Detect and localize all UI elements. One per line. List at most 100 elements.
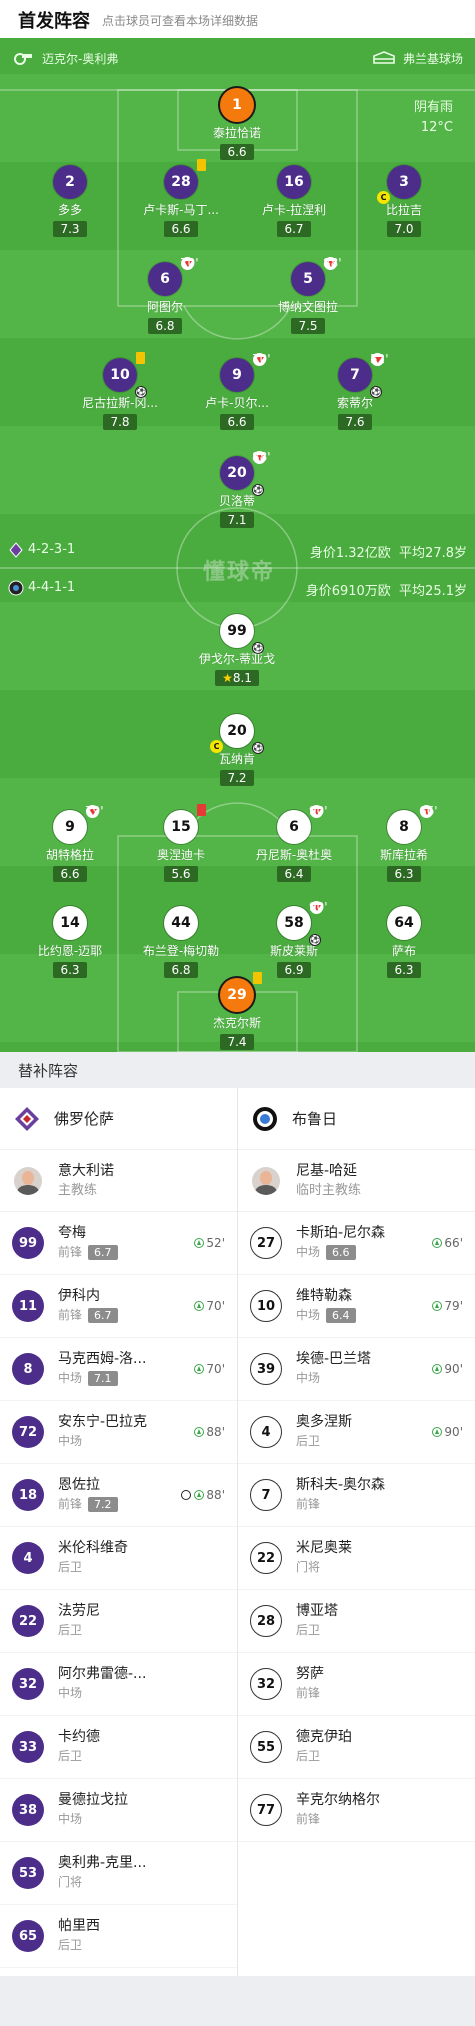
player-card[interactable]: 3C 比拉吉 7.0 bbox=[344, 165, 464, 237]
footer-space bbox=[0, 1976, 475, 2026]
player-card[interactable]: 6 70' 阿图尔 6.8 bbox=[105, 256, 225, 334]
jersey-number: 22 bbox=[12, 1605, 44, 1637]
sub-player-position: 中场 bbox=[58, 1812, 83, 1826]
player-card[interactable]: 44 布兰登-梅切勒 6.8 bbox=[121, 906, 241, 978]
sub-in-time: 52' bbox=[194, 1236, 225, 1250]
star-icon: ★ bbox=[222, 671, 233, 685]
brugge-logo-icon bbox=[252, 1106, 278, 1132]
away-coach[interactable]: 尼基-哈延 临时主教练 bbox=[238, 1150, 475, 1212]
sub-player-row[interactable]: 72 安东宁-巴拉克 中场 88' bbox=[0, 1401, 237, 1464]
player-card[interactable]: 9 79' 胡特格拉 6.6 bbox=[10, 804, 130, 882]
sub-player-position: 后卫 bbox=[58, 1623, 83, 1637]
sub-player-name: 安东宁-巴拉克 bbox=[58, 1414, 148, 1430]
jersey-number: 8 bbox=[12, 1353, 44, 1385]
coach-name: 尼基-哈延 bbox=[296, 1162, 358, 1179]
away-subs-column: 布鲁日 尼基-哈延 临时主教练 27 卡斯珀-尼尔森 中场 6.6 66' 10 维特勒森中… bbox=[238, 1088, 475, 1842]
weather-text: 阴有雨 bbox=[413, 100, 453, 115]
player-card[interactable]: 20 C ⚽ 瓦纳肯 7.2 bbox=[177, 714, 297, 786]
sub-player-row[interactable]: 22 米尼奥莱 门将 bbox=[238, 1527, 475, 1590]
sub-in-time: 70' bbox=[194, 1299, 225, 1313]
player-card[interactable]: 20 88' ⚽ 贝洛蒂 7.1 bbox=[177, 450, 297, 528]
sub-player-row[interactable]: 11 伊科内 前锋 6.7 70' bbox=[0, 1275, 237, 1338]
player-card[interactable]: 5 88' 博纳文图拉 7.5 bbox=[248, 256, 368, 334]
fiorentina-small-icon bbox=[8, 542, 24, 562]
jersey-number: 10 bbox=[250, 1290, 282, 1322]
sub-player-row[interactable]: 53 奥利弗-克里... 门将 bbox=[0, 1842, 237, 1905]
sub-player-row[interactable]: 27 卡斯珀-尼尔森 中场 6.6 66' bbox=[238, 1212, 475, 1275]
sub-player-position: 门将 bbox=[58, 1875, 83, 1889]
sub-player-row[interactable]: 28 博亚塔 后卫 bbox=[238, 1590, 475, 1653]
player-card[interactable]: 15 奥涅迪卡 5.6 bbox=[121, 804, 241, 882]
player-card[interactable]: 9 70' 卢卡-贝尔... 6.6 bbox=[177, 352, 297, 430]
sub-player-row[interactable]: 77 辛克尔纳格尔 前锋 bbox=[238, 1779, 475, 1842]
sub-player-row[interactable]: 39 埃德-巴兰塔 中场 90' bbox=[238, 1338, 475, 1401]
sub-player-name: 德克伊珀 bbox=[296, 1729, 352, 1745]
player-card[interactable]: 8 66' 斯库拉希 6.3 bbox=[344, 804, 464, 882]
jersey-number: 77 bbox=[250, 1794, 282, 1826]
yellow-card-icon bbox=[197, 159, 206, 171]
sub-player-row[interactable]: 65 帕里西 后卫 bbox=[0, 1905, 237, 1968]
sub-player-row[interactable]: 32 阿尔弗雷德-... 中场 bbox=[0, 1653, 237, 1716]
jersey-number: 28 bbox=[250, 1605, 282, 1637]
stadium-name: 弗兰基球场 bbox=[402, 52, 463, 66]
jersey-number: 33 bbox=[12, 1731, 44, 1763]
sub-player-position: 中场 bbox=[296, 1308, 321, 1322]
home-subs-column: 佛罗伦萨 意大利诺 主教练 99 夸梅 前锋 6.7 52' 11 伊科内 前锋 6.7 70' 8… bbox=[0, 1088, 237, 1968]
player-card[interactable]: 7 52' ⚽ 索蒂尔 7.6 bbox=[295, 352, 415, 430]
sub-player-name: 辛克尔纳格尔 bbox=[296, 1792, 380, 1808]
jersey-number: 4 bbox=[250, 1416, 282, 1448]
substitution-in-icon bbox=[432, 1301, 443, 1311]
sub-in-time: 66' bbox=[432, 1236, 463, 1250]
sub-player-name: 米尼奥莱 bbox=[296, 1540, 352, 1556]
home-team-value: 身价1.32亿欧 平均27.8岁 bbox=[309, 546, 467, 561]
substitution-in-icon bbox=[432, 1364, 443, 1374]
sub-player-name: 阿尔弗雷德-... bbox=[58, 1666, 147, 1682]
player-card[interactable]: 14 比约恩-迈耶 6.3 bbox=[10, 906, 130, 978]
away-formation-row: 4-4-1-1 身价6910万欧 平均25.1岁 bbox=[0, 578, 475, 600]
player-card[interactable]: 2 多多 7.3 bbox=[10, 165, 130, 237]
sub-player-row[interactable]: 32 努萨 前锋 bbox=[238, 1653, 475, 1716]
coach-avatar bbox=[252, 1166, 280, 1195]
substitution-in-icon bbox=[194, 1301, 205, 1311]
away-team-header[interactable]: 布鲁日 bbox=[238, 1088, 475, 1150]
home-coach[interactable]: 意大利诺 主教练 bbox=[0, 1150, 237, 1212]
player-card[interactable]: 64 萨布 6.3 bbox=[344, 906, 464, 978]
sub-player-row[interactable]: 7 斯科夫-奥尔森 前锋 bbox=[238, 1464, 475, 1527]
page-subtitle: 点击球员可查看本场详细数据 bbox=[102, 13, 259, 28]
sub-player-position: 前锋 bbox=[296, 1497, 321, 1511]
sub-player-row[interactable]: 33 卡约德 后卫 bbox=[0, 1716, 237, 1779]
sub-player-row[interactable]: 10 维特勒森 中场 6.4 79' bbox=[238, 1275, 475, 1338]
sub-player-row[interactable]: 18 恩佐拉 前锋 7.2 88' bbox=[0, 1464, 237, 1527]
player-card[interactable]: 16 卢卡-拉涅利 6.7 bbox=[234, 165, 354, 237]
sub-player-rating: 6.7 bbox=[88, 1308, 118, 1323]
sub-player-position: 后卫 bbox=[296, 1623, 321, 1637]
assist-icon: ⚽ bbox=[135, 386, 147, 398]
jersey-number: 55 bbox=[250, 1731, 282, 1763]
sub-player-row[interactable]: 55 德克伊珀后卫 bbox=[238, 1716, 475, 1779]
player-goalkeeper-away[interactable]: 29 杰克尔斯 7.4 bbox=[177, 972, 297, 1050]
substitution-in-icon bbox=[432, 1238, 443, 1248]
player-card[interactable]: 58 90' ⚽ 斯皮莱斯 6.9 bbox=[234, 900, 354, 978]
home-team-header[interactable]: 佛罗伦萨 bbox=[0, 1088, 237, 1150]
jersey-number: 72 bbox=[12, 1416, 44, 1448]
player-card[interactable]: 99 ⚽ 伊戈尔-蒂亚戈 ★8.1 bbox=[177, 614, 297, 686]
sub-player-position: 中场 bbox=[296, 1371, 321, 1385]
sub-player-row[interactable]: 8 马克西姆-洛... 中场 7.1 70' bbox=[0, 1338, 237, 1401]
sub-player-row[interactable]: 4 米伦科维奇 后卫 bbox=[0, 1527, 237, 1590]
sub-player-row[interactable]: 38 曼德拉戈拉 中场 bbox=[0, 1779, 237, 1842]
player-card[interactable]: 10 ⚽ 尼古拉斯-冈... 7.8 bbox=[60, 352, 180, 430]
goal-icon: ⚽ bbox=[252, 484, 264, 496]
match-info-row: 迈克尔-奥利弗 弗兰基球场 bbox=[0, 44, 475, 74]
red-card-icon bbox=[197, 804, 206, 816]
substitution-in-icon bbox=[194, 1238, 205, 1248]
sub-player-position: 前锋 bbox=[296, 1812, 321, 1826]
sub-player-name: 伊科内 bbox=[58, 1288, 100, 1304]
stadium-icon bbox=[373, 51, 395, 68]
sub-player-row[interactable]: 22 法劳尼 后卫 bbox=[0, 1590, 237, 1653]
sub-player-row[interactable]: 4 奥多涅斯 后卫 90' bbox=[238, 1401, 475, 1464]
player-goalkeeper-home[interactable]: 1 泰拉恰诺 6.6 bbox=[177, 88, 297, 160]
sub-player-row[interactable]: 99 夸梅 前锋 6.7 52' bbox=[0, 1212, 237, 1275]
player-card[interactable]: 28 卢卡斯-马丁... 6.6 bbox=[121, 159, 241, 237]
player-card[interactable]: 6 90' 丹尼斯-奥杜奥 6.4 bbox=[234, 804, 354, 882]
sub-player-position: 后卫 bbox=[296, 1749, 321, 1763]
